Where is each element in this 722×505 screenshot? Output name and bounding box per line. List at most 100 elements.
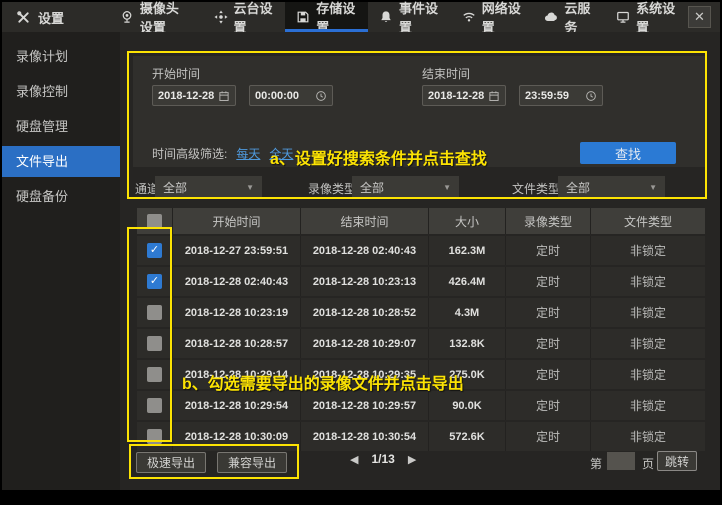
brand-label: 设置 [38, 8, 64, 27]
row-checkbox[interactable] [147, 274, 162, 289]
tab-camera-settings[interactable]: 摄像头设置 [109, 2, 203, 32]
cell-file-type: 非锁定 [590, 329, 705, 358]
page-indicator: 1/13 [371, 452, 394, 466]
cell-record-type: 定时 [505, 422, 590, 451]
fast-export-button[interactable]: 极速导出 [136, 452, 206, 473]
camera-icon [120, 10, 134, 24]
tab-event-settings[interactable]: 事件设置 [368, 2, 451, 32]
row-checkbox[interactable] [147, 429, 162, 444]
monitor-icon [616, 10, 630, 24]
row-checkbox[interactable] [147, 398, 162, 413]
tab-network-settings[interactable]: 网络设置 [451, 2, 534, 32]
tab-system-settings[interactable]: 系统设置 [605, 2, 688, 32]
tools-icon [16, 10, 31, 25]
table-row: 2018-12-27 23:59:51 2018-12-28 02:40:43 … [137, 236, 705, 265]
window-body: 录像计划 录像控制 硬盘管理 文件导出 硬盘备份 开始时间 结束时间 2018-… [2, 32, 720, 490]
sidebar-item-record-plan[interactable]: 录像计划 [2, 41, 120, 72]
channel-value: 全部 [163, 179, 187, 196]
table-row: 2018-12-28 02:40:43 2018-12-28 10:23:13 … [137, 267, 705, 296]
wifi-icon [462, 10, 476, 24]
start-time-label: 开始时间 [152, 65, 200, 82]
chevron-down-icon: ▼ [246, 183, 254, 192]
cell-end: 2018-12-28 10:30:54 [300, 422, 428, 451]
end-date-field[interactable]: 2018-12-28 [422, 85, 506, 106]
annotation-a-text: a、设置好搜索条件并点击查找 [270, 145, 487, 169]
cell-record-type: 定时 [505, 329, 590, 358]
row-checkbox[interactable] [147, 305, 162, 320]
settings-brand: 设置 [2, 2, 97, 32]
cell-file-type: 非锁定 [590, 298, 705, 327]
jump-button[interactable]: 跳转 [657, 451, 697, 471]
cell-record-type: 定时 [505, 360, 590, 389]
search-button[interactable]: 查找 [580, 142, 676, 164]
table-header: 开始时间 结束时间 大小 录像类型 文件类型 [137, 208, 705, 234]
cell-file-type: 非锁定 [590, 267, 705, 296]
sidebar-item-hdd-management[interactable]: 硬盘管理 [2, 111, 120, 142]
cell-size: 572.6K [428, 422, 505, 451]
prev-page-icon[interactable]: ◀ [350, 453, 358, 466]
ptz-icon [214, 10, 228, 24]
end-clock-field[interactable]: 23:59:59 [519, 85, 603, 106]
record-type-label: 录像类型 [308, 180, 356, 197]
everyday-link[interactable]: 每天 [236, 145, 260, 162]
col-size: 大小 [428, 208, 505, 234]
cell-size: 132.8K [428, 329, 505, 358]
annotation-b-text: b、勾选需要导出的录像文件并点击导出 [182, 370, 464, 394]
col-end-time: 结束时间 [300, 208, 428, 234]
file-type-value: 全部 [566, 179, 590, 196]
tab-ptz-settings[interactable]: 云台设置 [203, 2, 286, 32]
end-date-value: 2018-12-28 [428, 90, 484, 102]
tab-storage-settings[interactable]: 存储设置 [285, 2, 368, 32]
start-date-field[interactable]: 2018-12-28 [152, 85, 236, 106]
start-clock-field[interactable]: 00:00:00 [249, 85, 333, 106]
cell-record-type: 定时 [505, 267, 590, 296]
col-start-time: 开始时间 [172, 208, 300, 234]
jump-suffix-label: 页 [642, 455, 654, 472]
cell-start: 2018-12-28 02:40:43 [172, 267, 300, 296]
compatible-export-button[interactable]: 兼容导出 [217, 452, 287, 473]
row-checkbox[interactable] [147, 336, 162, 351]
cell-record-type: 定时 [505, 391, 590, 420]
next-page-icon[interactable]: ▶ [408, 453, 416, 466]
page-number-input[interactable] [607, 452, 635, 470]
close-button[interactable]: ✕ [688, 6, 711, 28]
cell-start: 2018-12-28 10:28:57 [172, 329, 300, 358]
jump-prefix-label: 第 [590, 455, 602, 472]
row-checkbox[interactable] [147, 367, 162, 382]
table-row: 2018-12-28 10:23:19 2018-12-28 10:28:52 … [137, 298, 705, 327]
storage-icon [296, 10, 310, 24]
cell-start: 2018-12-28 10:29:54 [172, 391, 300, 420]
cell-record-type: 定时 [505, 298, 590, 327]
end-clock-value: 23:59:59 [525, 90, 569, 102]
screen: 设置 摄像头设置 云台设置 [0, 0, 722, 505]
tab-label: 系统设置 [636, 0, 677, 36]
tab-label: 存储设置 [316, 0, 357, 36]
tab-label: 事件设置 [399, 0, 440, 36]
sidebar-item-record-control[interactable]: 录像控制 [2, 76, 120, 107]
cell-file-type: 非锁定 [590, 360, 705, 389]
cell-size: 90.0K [428, 391, 505, 420]
table-row: 2018-12-28 10:29:54 2018-12-28 10:29:57 … [137, 391, 705, 420]
tab-label: 摄像头设置 [140, 0, 192, 36]
tab-cloud-service[interactable]: 云服务 [533, 2, 605, 32]
cell-file-type: 非锁定 [590, 236, 705, 265]
pagination: ◀ 1/13 ▶ [350, 452, 416, 466]
channel-dropdown[interactable]: 全部 ▼ [155, 176, 262, 198]
cell-end: 2018-12-28 10:29:57 [300, 391, 428, 420]
col-file-type: 文件类型 [590, 208, 705, 234]
cell-start: 2018-12-28 10:30:09 [172, 422, 300, 451]
bell-icon [379, 10, 393, 24]
clock-icon [315, 90, 327, 102]
sidebar-item-hdd-backup[interactable]: 硬盘备份 [2, 181, 120, 212]
start-clock-value: 00:00:00 [255, 90, 299, 102]
cell-end: 2018-12-28 10:29:07 [300, 329, 428, 358]
file-type-dropdown[interactable]: 全部 ▼ [558, 176, 665, 198]
tab-label: 网络设置 [482, 0, 523, 36]
record-type-dropdown[interactable]: 全部 ▼ [352, 176, 459, 198]
record-type-value: 全部 [360, 179, 384, 196]
sidebar-item-file-export[interactable]: 文件导出 [2, 146, 120, 177]
select-all-checkbox[interactable] [147, 214, 162, 229]
recordings-table: 开始时间 结束时间 大小 录像类型 文件类型 2018-12-27 23:59:… [137, 208, 705, 451]
row-checkbox[interactable] [147, 243, 162, 258]
clock-icon [585, 90, 597, 102]
